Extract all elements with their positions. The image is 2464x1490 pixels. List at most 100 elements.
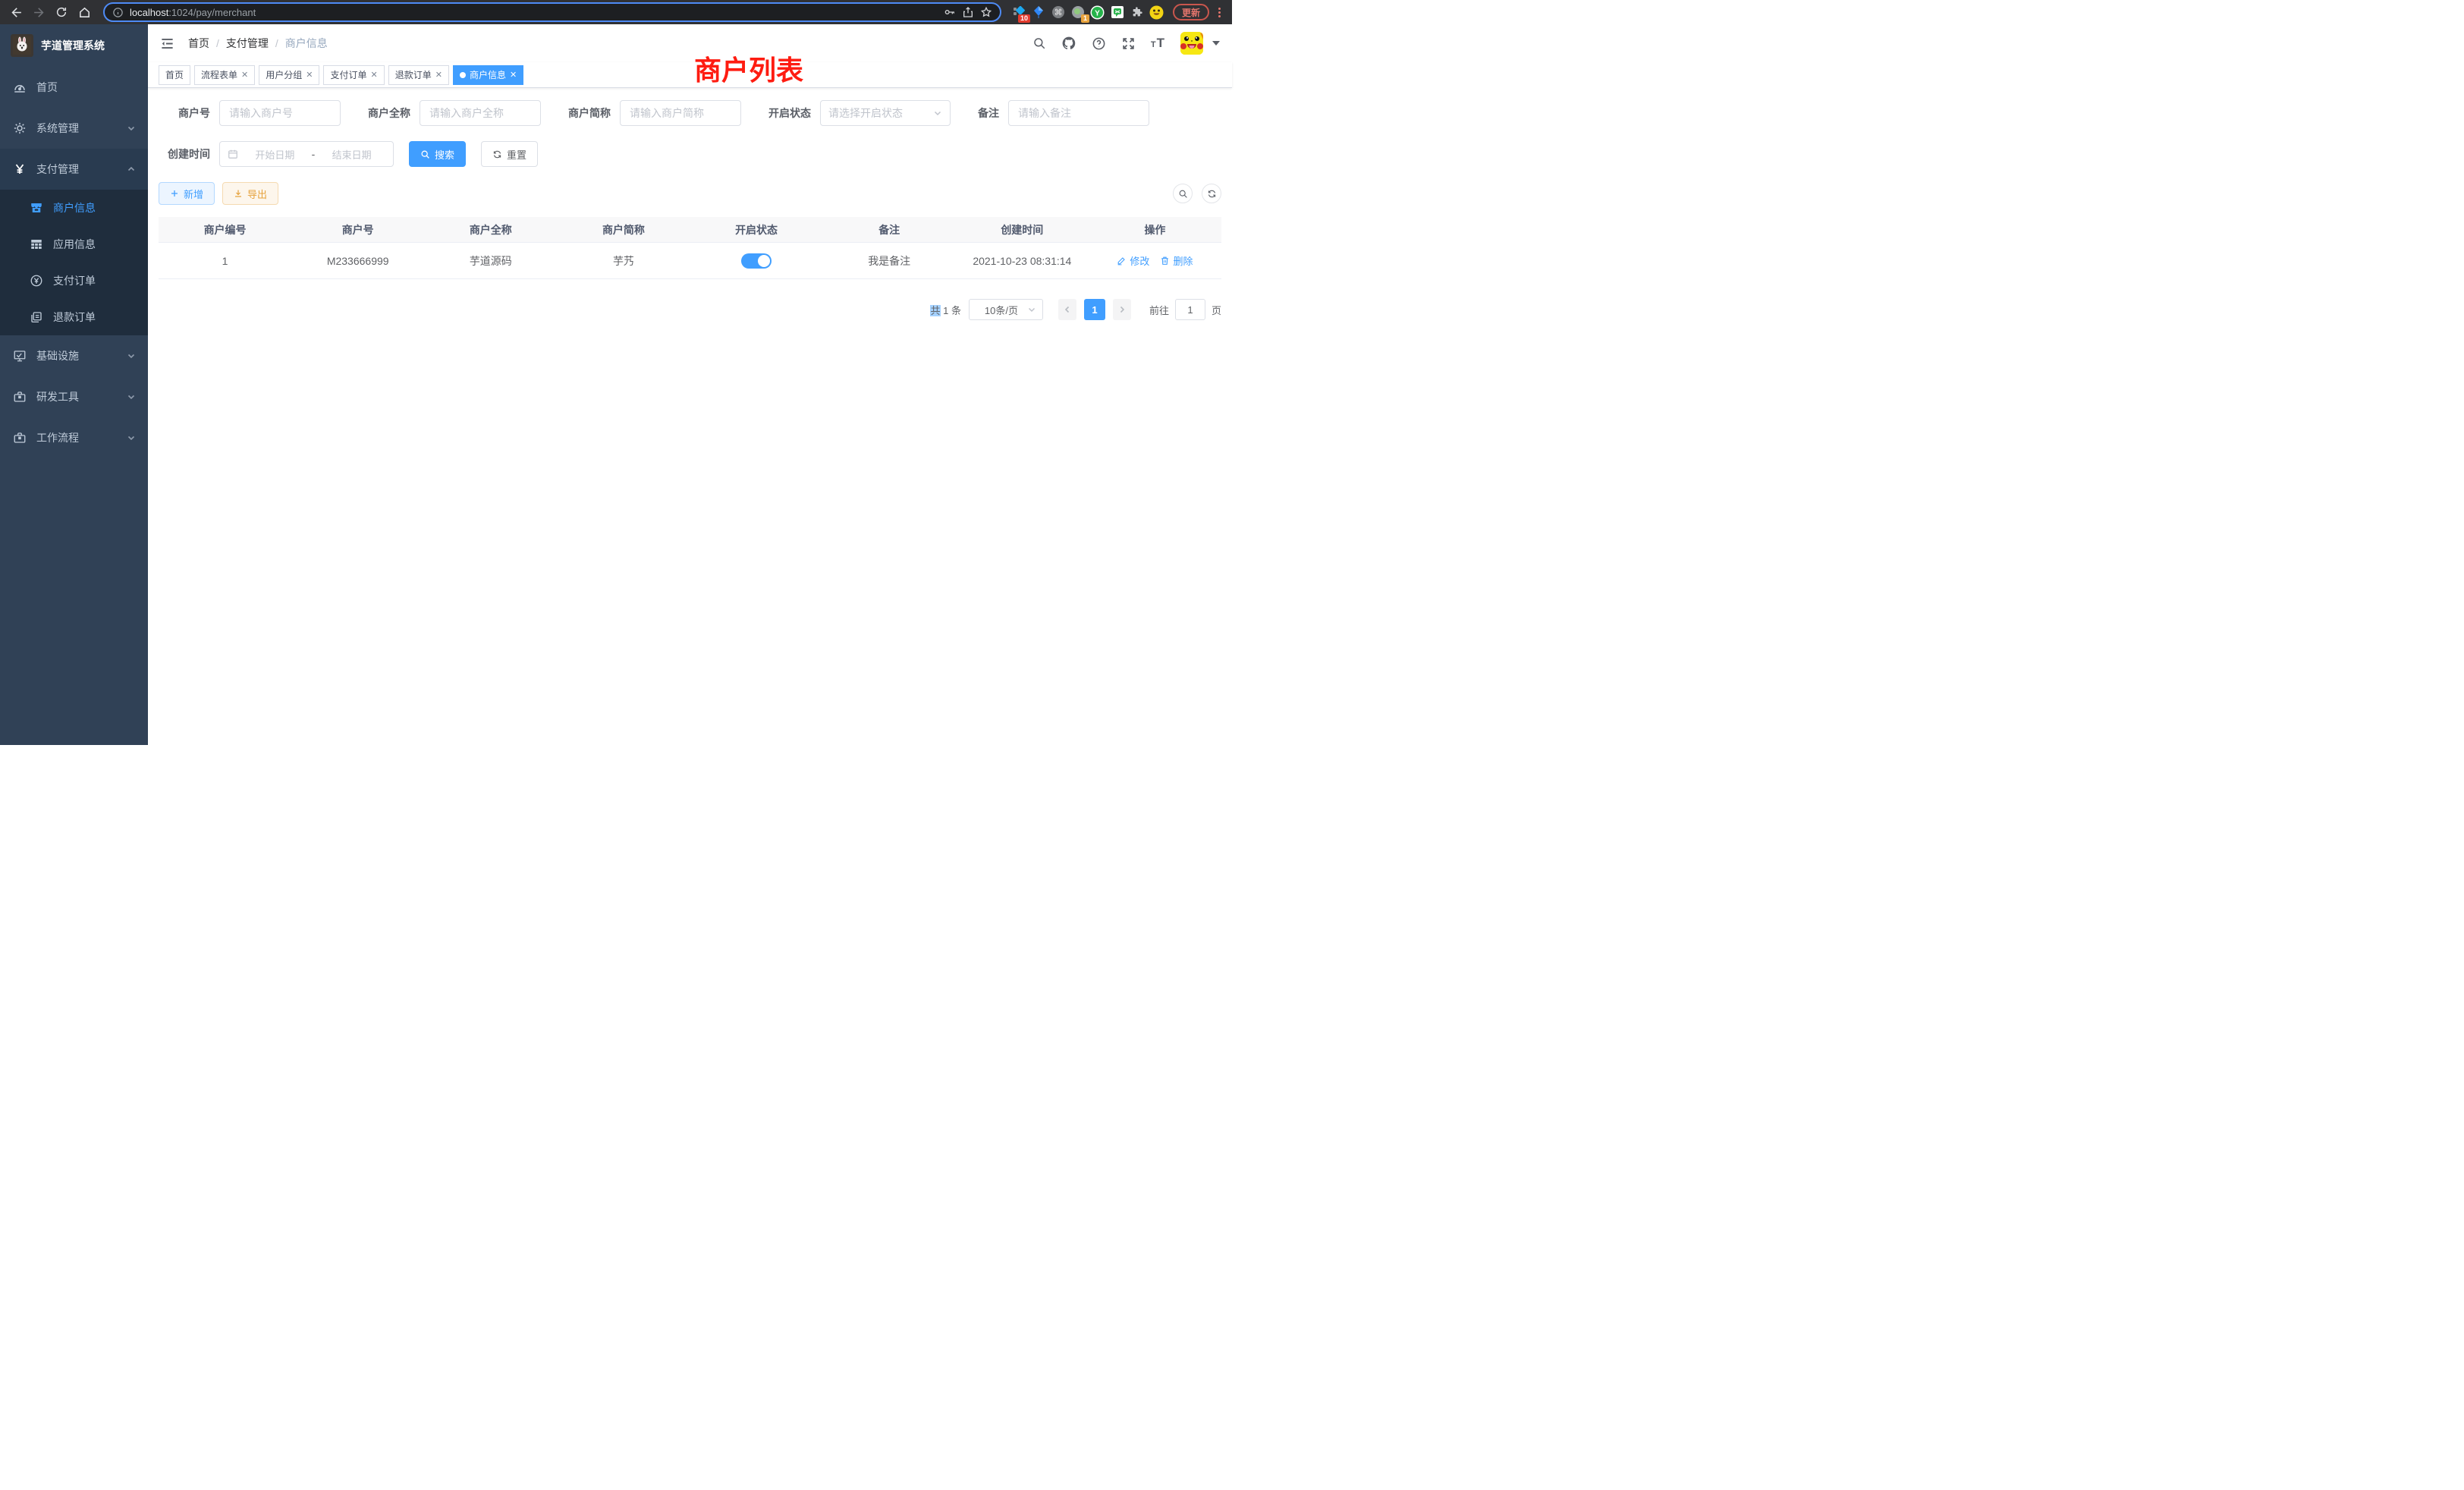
- proxy-extension-icon[interactable]: 1: [1070, 4, 1086, 20]
- trash-icon: [1160, 256, 1170, 266]
- refresh-table-button[interactable]: [1202, 184, 1221, 203]
- tab-refund-order[interactable]: 退款订单✕: [388, 65, 449, 85]
- goto-page-input[interactable]: [1175, 299, 1205, 320]
- tab-process-form[interactable]: 流程表单✕: [194, 65, 255, 85]
- browser-update-button[interactable]: 更新: [1173, 4, 1209, 20]
- close-icon[interactable]: ✕: [435, 70, 442, 80]
- sidebar-item-home[interactable]: 首页: [0, 67, 148, 108]
- sidebar-item-refund-order[interactable]: 退款订单: [0, 299, 148, 335]
- close-icon[interactable]: ✕: [241, 70, 248, 80]
- remark-input[interactable]: [1008, 100, 1149, 126]
- command-extension-icon[interactable]: ⌘: [1050, 4, 1067, 20]
- prev-page-button[interactable]: [1058, 299, 1076, 320]
- user-avatar[interactable]: [1180, 32, 1203, 55]
- puzzle-extensions-icon[interactable]: [1129, 4, 1146, 20]
- chevron-down-icon: [127, 124, 136, 133]
- sidebar-item-app-info[interactable]: 应用信息: [0, 226, 148, 262]
- tab-merchant-info[interactable]: 商户信息✕: [453, 65, 523, 85]
- full-name-input[interactable]: [420, 100, 541, 126]
- sidebar-item-infra[interactable]: 基础设施: [0, 335, 148, 376]
- close-icon[interactable]: ✕: [371, 70, 378, 80]
- sidebar-item-system[interactable]: 系统管理: [0, 108, 148, 149]
- export-button[interactable]: 导出: [222, 182, 278, 205]
- tab-pay-order[interactable]: 支付订单✕: [323, 65, 384, 85]
- add-button[interactable]: 新增: [159, 182, 215, 205]
- sidebar-item-label: 支付订单: [53, 273, 96, 288]
- table-header-row: 商户编号 商户号 商户全称 商户简称 开启状态 备注 创建时间 操作: [159, 217, 1221, 243]
- reset-button[interactable]: 重置: [481, 141, 538, 167]
- status-toggle[interactable]: [741, 253, 772, 269]
- chevron-down-icon: [127, 351, 136, 360]
- cell-short-name: 芋艿: [557, 253, 690, 269]
- github-icon[interactable]: [1061, 36, 1076, 51]
- delete-link[interactable]: 删除: [1160, 253, 1193, 268]
- y-extension-icon[interactable]: Y: [1089, 4, 1106, 20]
- tab-home[interactable]: 首页: [159, 65, 190, 85]
- bookmark-star-icon[interactable]: [980, 6, 992, 18]
- date-range-input[interactable]: 开始日期 - 结束日期: [219, 141, 394, 167]
- sidebar-fold-icon[interactable]: [160, 36, 174, 51]
- help-icon[interactable]: [1092, 36, 1106, 51]
- extension-badge: 10: [1018, 14, 1030, 23]
- cell-id: 1: [159, 255, 291, 267]
- breadcrumb-current: 商户信息: [285, 36, 328, 51]
- fullscreen-icon[interactable]: [1121, 36, 1136, 51]
- edit-link[interactable]: 修改: [1117, 253, 1149, 268]
- filter-create-time: 创建时间 开始日期 - 结束日期: [159, 141, 394, 167]
- user-menu-caret-icon[interactable]: [1212, 41, 1220, 46]
- emoji-extension-icon[interactable]: [1149, 4, 1165, 20]
- app-logo[interactable]: 芋道管理系统: [0, 24, 148, 67]
- date-start-placeholder: 开始日期: [241, 147, 309, 162]
- close-icon[interactable]: ✕: [510, 70, 517, 80]
- browser-menu-icon[interactable]: [1214, 8, 1224, 17]
- url-text: localhost:1024/pay/merchant: [130, 7, 256, 18]
- font-size-icon[interactable]: TT: [1151, 36, 1165, 51]
- sidebar-item-label: 退款订单: [53, 310, 96, 325]
- next-page-button[interactable]: [1113, 299, 1131, 320]
- search-button[interactable]: 搜索: [409, 141, 466, 167]
- merchant-no-input[interactable]: [219, 100, 341, 126]
- search-icon[interactable]: [1032, 36, 1046, 50]
- sidebar-item-merchant-info[interactable]: 商户信息: [0, 190, 148, 226]
- show-search-button[interactable]: [1173, 184, 1193, 203]
- pinned-extension-icon[interactable]: 10: [1010, 4, 1027, 20]
- sidebar-item-pay-order[interactable]: 支付订单: [0, 262, 148, 299]
- chevron-down-icon: [127, 433, 136, 442]
- sidebar-item-label: 应用信息: [53, 237, 96, 252]
- reload-icon[interactable]: [52, 2, 71, 22]
- pagination: 共 1 条 10条/页 1 前往 页: [159, 299, 1221, 320]
- briefcase-icon: [12, 431, 27, 445]
- url-bar[interactable]: localhost:1024/pay/merchant: [103, 2, 1001, 22]
- refresh-icon: [1207, 189, 1217, 199]
- tab-user-group[interactable]: 用户分组✕: [259, 65, 319, 85]
- close-icon[interactable]: ✕: [306, 70, 313, 80]
- filter-merchant-no: 商户号: [159, 100, 341, 126]
- chat-extension-icon[interactable]: [1109, 4, 1126, 20]
- status-select[interactable]: 请选择开启状态: [820, 100, 951, 126]
- refresh-icon: [492, 149, 502, 159]
- kite-extension-icon[interactable]: [1030, 4, 1047, 20]
- chevron-down-icon: [1027, 305, 1036, 314]
- share-icon[interactable]: [962, 6, 974, 18]
- filter-status: 开启状态 请选择开启状态: [759, 100, 951, 126]
- sidebar-item-workflow[interactable]: 工作流程: [0, 417, 148, 458]
- filter-label: 开启状态: [759, 105, 811, 121]
- chevron-down-icon: [127, 392, 136, 401]
- sidebar-item-devtools[interactable]: 研发工具: [0, 376, 148, 417]
- sidebar-item-label: 系统管理: [36, 121, 79, 136]
- key-icon[interactable]: [944, 6, 956, 18]
- filter-full-name: 商户全称: [359, 100, 541, 126]
- chevron-right-icon: [1117, 305, 1127, 314]
- info-icon: [112, 7, 124, 18]
- table-row: 1 M233666999 芋道源码 芋艿 我是备注 2021-10-23 08:…: [159, 243, 1221, 279]
- breadcrumb-home[interactable]: 首页: [188, 36, 209, 51]
- top-header: 首页 / 支付管理 / 商户信息 TT: [148, 24, 1232, 62]
- breadcrumb-pay[interactable]: 支付管理: [226, 36, 269, 51]
- short-name-input[interactable]: [620, 100, 741, 126]
- page-number-1[interactable]: 1: [1084, 299, 1105, 320]
- forward-icon[interactable]: [29, 2, 49, 22]
- page-size-select[interactable]: 10条/页: [969, 299, 1043, 320]
- home-icon[interactable]: [74, 2, 94, 22]
- back-icon[interactable]: [6, 2, 26, 22]
- sidebar-item-pay[interactable]: 支付管理: [0, 149, 148, 190]
